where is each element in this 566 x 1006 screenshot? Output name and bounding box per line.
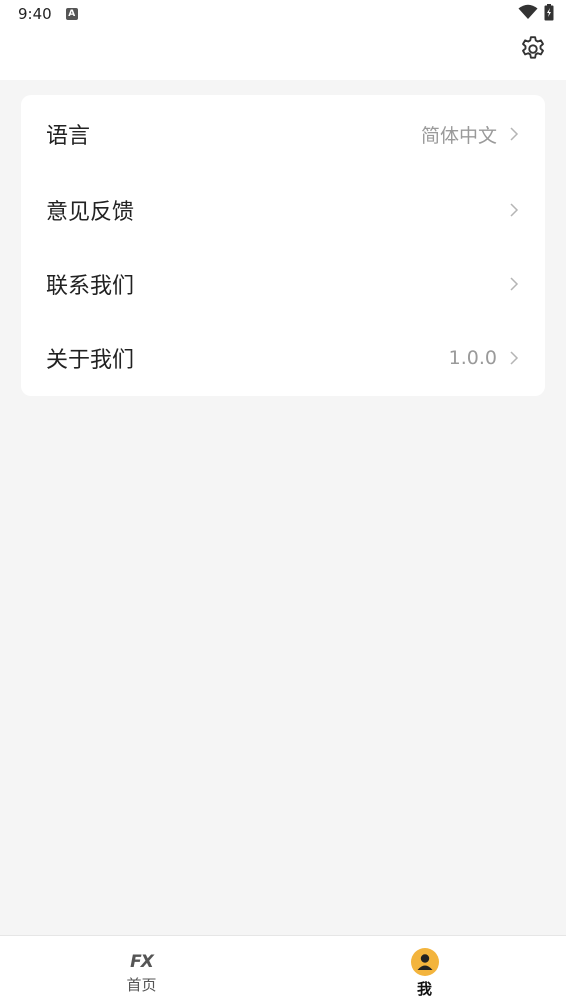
row-label: 关于我们: [46, 348, 135, 373]
nav-label-me: 我: [416, 979, 432, 998]
language-value: 简体中文: [420, 124, 497, 147]
row-label: 语言: [46, 124, 91, 149]
nav-tab-home[interactable]: FX 首页: [0, 936, 283, 1006]
app-header: [0, 28, 566, 80]
status-left: 9:40 A: [18, 5, 78, 23]
version-value: 1.0.0: [448, 347, 497, 369]
settings-card: 语言 简体中文 意见反馈 联系我们 关于我们 1.0.0: [21, 95, 545, 396]
row-right: 1.0.0: [449, 347, 519, 369]
chevron-right-icon: [509, 350, 519, 366]
settings-row-feedback[interactable]: 意见反馈: [21, 173, 545, 247]
a-icon: A: [65, 8, 78, 20]
wifi-icon: [518, 4, 538, 24]
settings-row-contact[interactable]: 联系我们: [21, 247, 545, 321]
row-label: 联系我们: [46, 274, 135, 299]
battery-charging-icon: [544, 3, 554, 25]
nav-tab-me[interactable]: 我: [283, 936, 566, 1006]
status-bar: 9:40 A: [0, 0, 566, 28]
bottom-nav: FX 首页 我: [0, 935, 566, 1006]
user-avatar-icon: [410, 947, 439, 976]
status-right: [518, 3, 554, 25]
chevron-right-icon: [509, 276, 519, 292]
gear-icon: [518, 34, 548, 68]
settings-button[interactable]: [518, 36, 548, 66]
settings-row-about[interactable]: 关于我们 1.0.0: [21, 321, 545, 395]
row-label: 意见反馈: [46, 200, 135, 225]
fx-logo-icon: FX: [130, 951, 154, 972]
row-right: [509, 276, 519, 292]
row-right: [509, 202, 519, 218]
status-time: 9:40: [18, 5, 52, 23]
chevron-right-icon: [509, 202, 519, 218]
row-right: 简体中文: [421, 121, 519, 148]
chevron-right-icon: [509, 126, 519, 142]
profile-screen: 9:40 A 语言 简体中文 意见反馈 联系我们 关于我们 1.0.0 FX 首…: [0, 0, 566, 1006]
nav-label-home: 首页: [126, 975, 157, 994]
settings-row-language[interactable]: 语言 简体中文: [21, 95, 545, 173]
